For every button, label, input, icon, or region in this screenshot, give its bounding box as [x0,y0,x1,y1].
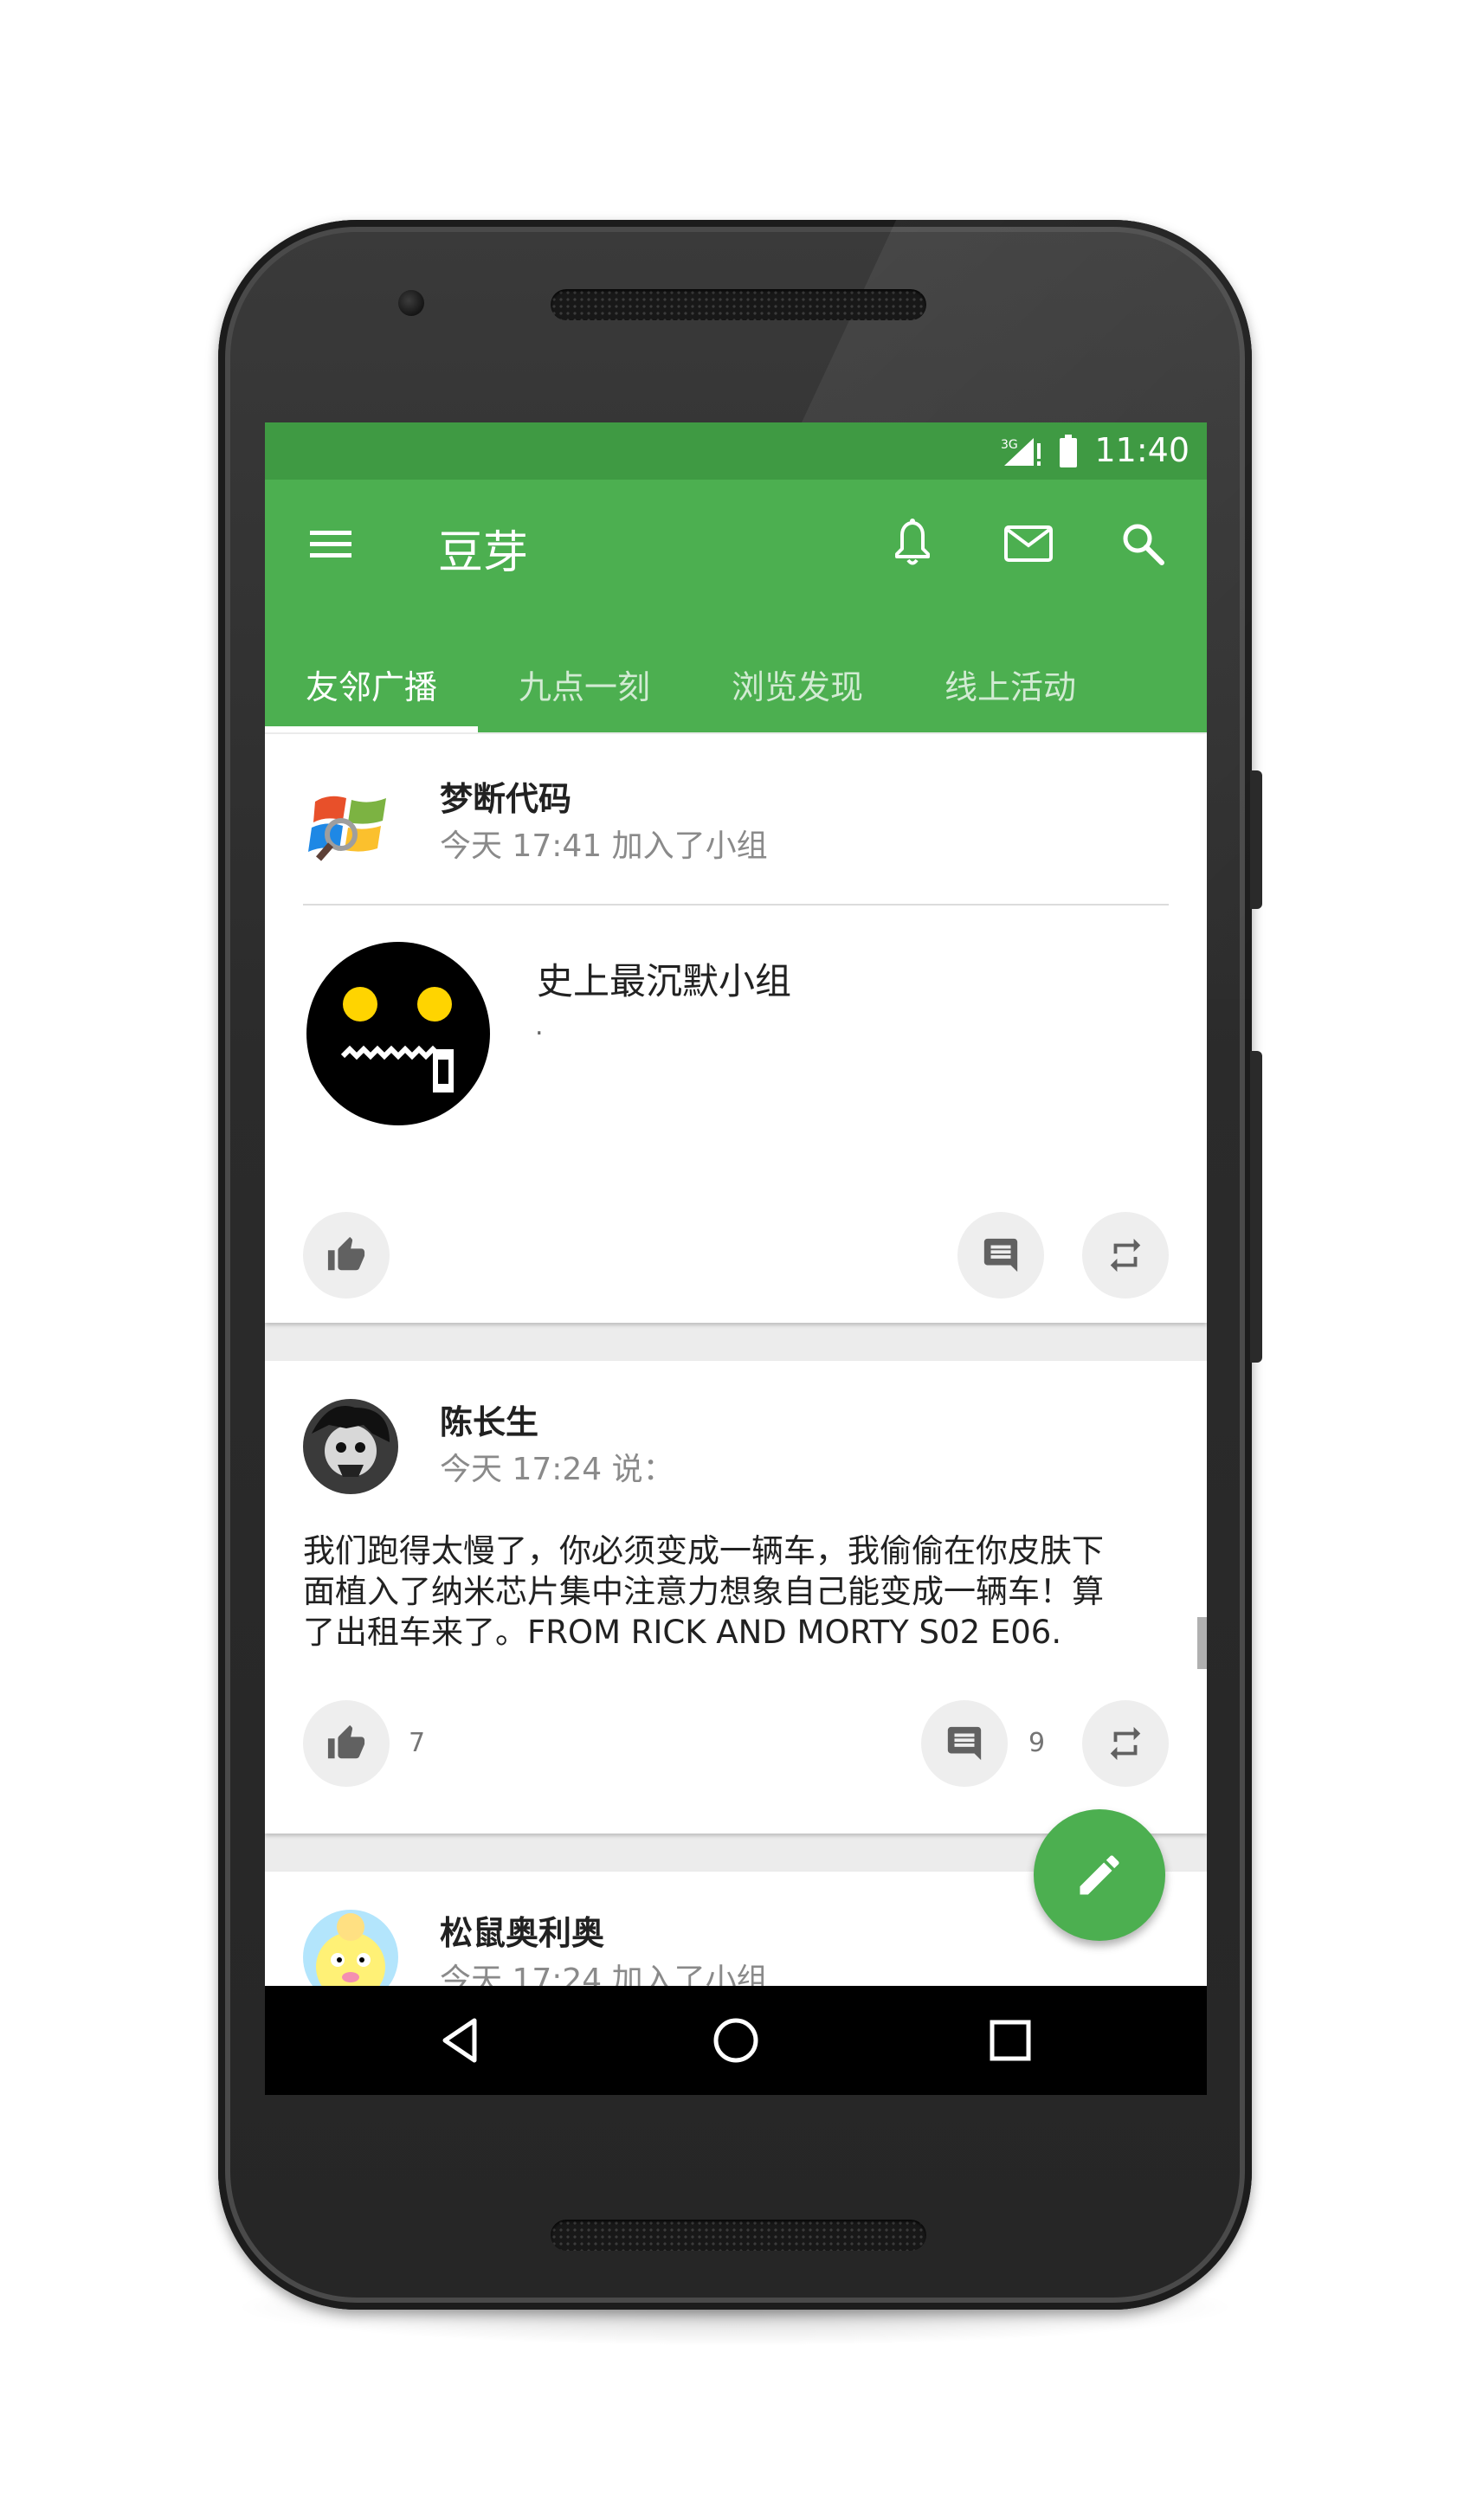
comment-button[interactable] [957,1212,1044,1299]
volume-button [1250,1051,1262,1363]
thumb-up-icon [327,1724,365,1759]
thumb-up-icon [327,1236,365,1271]
screen: 3G 11:40 豆芽 友邻广播 九点一刻 浏览发现 线上活动 梦断代码 今天 … [265,422,1207,2095]
post-meta: 今天 17:24 说： [440,1452,674,1487]
feed-list[interactable]: 梦断代码 今天 17:41 加入了小组 史上最沉默小组 . 陈长生 今天 17:… [265,732,1207,2045]
windows-logo-avatar [308,796,386,861]
post-text-line: 了出租车来了。FROM RICK AND MORTY S02 E06. [303,1614,1062,1651]
group-thumbnail[interactable] [303,938,493,1129]
bottom-speaker [551,2220,926,2251]
user-avatar-image [303,1399,398,1494]
repost-icon [1110,1726,1141,1761]
group-name[interactable]: 史上最沉默小组 [537,952,791,1005]
author-name[interactable]: 梦断代码 [440,772,571,820]
status-bar: 3G 11:40 [265,422,1207,480]
author-name[interactable]: 陈长生 [440,1395,538,1443]
app-bar: 3G 11:40 豆芽 友邻广播 九点一刻 浏览发现 线上活动 [265,422,1207,732]
tab-friends-broadcast[interactable]: 友邻广播 [265,642,478,732]
repost-icon [1110,1238,1141,1273]
network-type: 3G [1001,438,1018,452]
scrollbar-thumb[interactable] [1197,1617,1207,1669]
silent-face-icon [306,942,490,1125]
search-icon[interactable] [1112,512,1174,575]
back-icon[interactable] [429,2008,493,2072]
tab-indicator [265,726,478,732]
post-text-line: 我们跑得太慢了，你必须变成一辆车，我偷偷在你皮肤下 [303,1532,1104,1569]
group-description: . [535,1011,544,1041]
menu-icon[interactable] [300,512,362,575]
like-button[interactable] [303,1212,390,1299]
author-name[interactable]: 松鼠奥利奥 [440,1906,604,1954]
system-nav-bar [265,1986,1207,2095]
battery-icon [1060,438,1077,467]
recents-icon[interactable] [978,2008,1042,2072]
top-speaker [551,289,926,320]
comment-icon [983,1238,1018,1273]
avatar[interactable] [303,776,398,871]
mail-icon[interactable] [997,512,1060,575]
front-camera [398,290,424,316]
share-button[interactable] [1082,1700,1169,1787]
tab-online-events[interactable]: 线上活动 [904,642,1117,732]
like-button[interactable] [303,1700,390,1787]
like-count: 7 [409,1728,426,1758]
pencil-icon [1080,1855,1119,1895]
tab-browse-discover[interactable]: 浏览发现 [691,642,904,732]
tab-bar: 友邻广播 九点一刻 浏览发现 线上活动 [265,642,1207,732]
power-button [1250,770,1262,909]
status-time: 11:40 [1094,431,1190,469]
comment-count: 9 [1028,1728,1046,1758]
no-data-icon [1037,443,1041,459]
comment-button[interactable] [921,1700,1008,1787]
avatar[interactable] [303,1399,398,1494]
bell-icon[interactable] [881,512,944,575]
home-icon[interactable] [704,2008,768,2072]
comment-icon [947,1726,982,1761]
app-title: 豆芽 [438,527,529,579]
post-meta: 今天 17:41 加入了小组 [440,828,768,864]
feed-card[interactable]: 陈长生 今天 17:24 说： 我们跑得太慢了，你必须变成一辆车，我偷偷在你皮肤… [265,1361,1207,1834]
divider [303,904,1169,906]
share-button[interactable] [1082,1212,1169,1299]
feed-card[interactable]: 梦断代码 今天 17:41 加入了小组 史上最沉默小组 . [265,734,1207,1323]
tab-nine-fifteen[interactable]: 九点一刻 [478,642,691,732]
compose-fab-button[interactable] [1034,1809,1165,1941]
post-text-line: 面植入了纳米芯片集中注意力想象自己能变成一辆车！算 [303,1573,1104,1610]
status-icons: 3G [1001,435,1077,467]
